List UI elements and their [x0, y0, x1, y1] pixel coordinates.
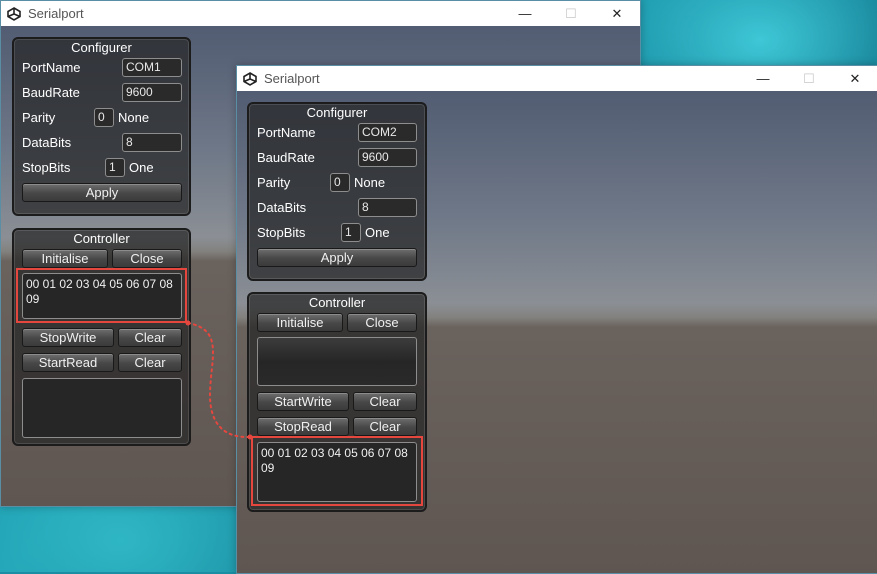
baudrate-field[interactable]: 9600 [122, 83, 182, 102]
panel-title: Configurer [306, 105, 368, 120]
stopwrite-button[interactable]: StopWrite [22, 328, 114, 347]
clear-read-button[interactable]: Clear [118, 353, 182, 372]
minimize-button[interactable]: — [502, 1, 548, 26]
stopbits-field[interactable]: 1 [341, 223, 361, 242]
configurer-panel: Configurer PortName COM2 BaudRate 9600 P… [247, 102, 427, 281]
read-textarea[interactable] [22, 378, 182, 438]
game-view: Configurer PortName COM2 BaudRate 9600 P… [237, 91, 877, 573]
clear-write-button[interactable]: Clear [353, 392, 417, 411]
stopread-button[interactable]: StopRead [257, 417, 349, 436]
databits-label: DataBits [257, 200, 307, 215]
clear-write-button[interactable]: Clear [118, 328, 182, 347]
stopbits-text: One [365, 225, 390, 240]
startwrite-button[interactable]: StartWrite [257, 392, 349, 411]
close-window-button[interactable]: ✕ [832, 66, 877, 91]
maximize-button[interactable]: ☐ [548, 1, 594, 26]
baudrate-label: BaudRate [257, 150, 315, 165]
databits-label: DataBits [22, 135, 72, 150]
portname-field[interactable]: COM1 [122, 58, 182, 77]
panel-title: Controller [73, 231, 130, 246]
startread-button[interactable]: StartRead [22, 353, 114, 372]
parity-label: Parity [22, 110, 56, 125]
minimize-button[interactable]: — [740, 66, 786, 91]
parity-label: Parity [257, 175, 291, 190]
apply-button[interactable]: Apply [22, 183, 182, 202]
titlebar[interactable]: Serialport — ☐ ✕ [237, 66, 877, 91]
clear-read-button[interactable]: Clear [353, 417, 417, 436]
stopbits-label: StopBits [257, 225, 306, 240]
write-textarea[interactable] [257, 337, 417, 386]
unity-icon [6, 6, 22, 22]
close-button[interactable]: Close [112, 249, 182, 268]
parity-text: None [354, 175, 386, 190]
close-button[interactable]: Close [347, 313, 417, 332]
apply-button[interactable]: Apply [257, 248, 417, 267]
databits-field[interactable]: 8 [358, 198, 417, 217]
stopbits-label: StopBits [22, 160, 71, 175]
read-textarea[interactable]: 00 01 02 03 04 05 06 07 08 09 [257, 442, 417, 502]
initialise-button[interactable]: Initialise [257, 313, 343, 332]
baudrate-label: BaudRate [22, 85, 80, 100]
window-title: Serialport [28, 6, 84, 21]
write-textarea[interactable]: 00 01 02 03 04 05 06 07 08 09 [22, 273, 182, 319]
titlebar[interactable]: Serialport — ☐ ✕ [1, 1, 640, 26]
stopbits-text: One [129, 160, 154, 175]
baudrate-field[interactable]: 9600 [358, 148, 417, 167]
parity-text: None [118, 110, 150, 125]
maximize-button[interactable]: ☐ [786, 66, 832, 91]
databits-field[interactable]: 8 [122, 133, 182, 152]
initialise-button[interactable]: Initialise [22, 249, 108, 268]
close-window-button[interactable]: ✕ [594, 1, 640, 26]
portname-field[interactable]: COM2 [358, 123, 417, 142]
panel-title: Configurer [71, 40, 132, 55]
panel-title: Controller [308, 295, 366, 310]
portname-label: PortName [22, 60, 81, 75]
serialport-window-2: Serialport — ☐ ✕ Configurer PortName COM… [236, 65, 877, 574]
window-title: Serialport [264, 71, 320, 86]
parity-field[interactable]: 0 [94, 108, 114, 127]
controller-panel: Controller Initialise Close 00 01 02 03 … [12, 228, 191, 446]
portname-label: PortName [257, 125, 316, 140]
configurer-panel: Configurer PortName COM1 BaudRate 9600 P… [12, 37, 191, 216]
unity-icon [242, 71, 258, 87]
parity-field[interactable]: 0 [330, 173, 350, 192]
controller-panel: Controller Initialise Close StartWrite C… [247, 292, 427, 512]
stopbits-field[interactable]: 1 [105, 158, 125, 177]
